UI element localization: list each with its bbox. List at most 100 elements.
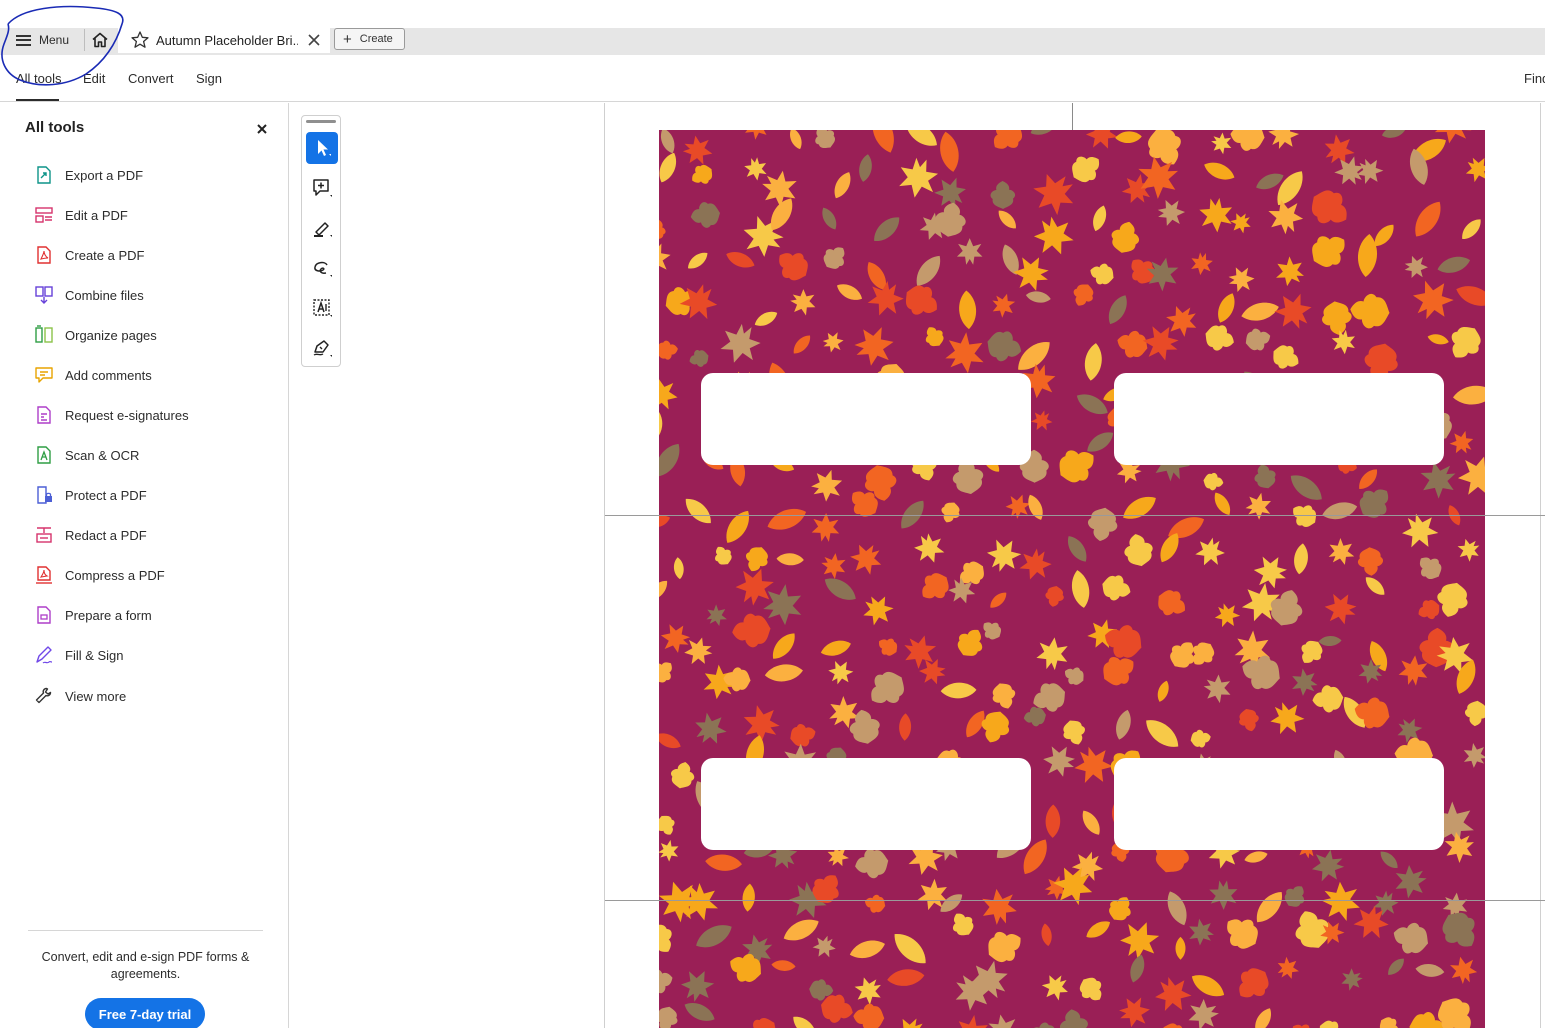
leaf-shape bbox=[940, 682, 977, 699]
place-card-label-box bbox=[701, 758, 1031, 850]
leaf-shape bbox=[1311, 849, 1345, 882]
leaf-shape bbox=[1380, 851, 1398, 868]
select-tool[interactable] bbox=[306, 132, 338, 164]
leaf-shape bbox=[1209, 880, 1238, 910]
organize-pages-icon bbox=[35, 325, 53, 343]
leaf-shape bbox=[1274, 293, 1312, 329]
leaf-shape bbox=[1270, 702, 1305, 735]
title-bar: Menu Autumn Placeholder Bri... + Create bbox=[0, 0, 1545, 58]
tool-request-esignatures[interactable]: Request e-signatures bbox=[34, 403, 189, 427]
leaf-shape bbox=[671, 762, 695, 789]
tool-fill-sign[interactable]: Fill & Sign bbox=[34, 643, 124, 667]
tool-label: Scan & OCR bbox=[65, 447, 140, 463]
tab-edit[interactable]: Edit bbox=[83, 71, 105, 86]
leaf-shape bbox=[945, 332, 984, 374]
leaf-shape bbox=[659, 408, 663, 441]
leaf-shape bbox=[1087, 432, 1114, 452]
leaf-shape bbox=[1464, 700, 1485, 727]
leaf-shape bbox=[1388, 958, 1404, 975]
toolbar-grip[interactable] bbox=[306, 120, 336, 123]
free-trial-button[interactable]: Free 7-day trial bbox=[85, 998, 205, 1028]
tool-compress-pdf[interactable]: Compress a PDF bbox=[34, 563, 165, 587]
tool-prepare-form[interactable]: Prepare a form bbox=[34, 603, 152, 627]
leaf-shape bbox=[1199, 197, 1233, 233]
leaf-shape bbox=[1228, 267, 1255, 293]
leaf-shape bbox=[1350, 293, 1390, 329]
tool-combine-files[interactable]: Combine files bbox=[34, 283, 144, 307]
plus-icon: + bbox=[343, 30, 352, 48]
leaf-shape bbox=[783, 919, 819, 941]
tool-redact-pdf[interactable]: Redact a PDF bbox=[34, 523, 147, 547]
leaf-shape bbox=[771, 960, 796, 971]
tool-organize-pages[interactable]: Organize pages bbox=[34, 323, 157, 347]
find-label[interactable]: Find bbox=[1524, 71, 1545, 86]
edit-pdf-icon bbox=[35, 207, 53, 223]
leaf-shape bbox=[1292, 1024, 1313, 1028]
leaf-shape bbox=[1205, 325, 1234, 351]
leaf-shape bbox=[1357, 547, 1383, 576]
pane-divider[interactable] bbox=[604, 103, 605, 1028]
leaf-shape bbox=[659, 733, 681, 749]
leaf-shape bbox=[659, 152, 677, 183]
leaf-shape bbox=[887, 969, 925, 986]
tool-label: Compress a PDF bbox=[65, 567, 165, 583]
close-tab-icon[interactable] bbox=[306, 32, 322, 48]
leaf-shape bbox=[789, 130, 802, 150]
close-panel-icon[interactable] bbox=[254, 121, 270, 137]
document-tab[interactable]: Autumn Placeholder Bri... bbox=[118, 27, 330, 53]
tab-all-tools[interactable]: All tools bbox=[16, 71, 62, 86]
leaf-shape bbox=[822, 332, 844, 353]
highlight-tool[interactable] bbox=[306, 212, 338, 244]
leaf-shape bbox=[1102, 575, 1131, 601]
leaf-shape bbox=[1030, 410, 1053, 431]
tool-export-pdf[interactable]: Export a PDF bbox=[34, 163, 143, 187]
tool-scan-ocr[interactable]: Scan & OCR bbox=[34, 443, 139, 467]
combine-files-icon bbox=[35, 286, 53, 304]
tool-label: Export a PDF bbox=[65, 167, 144, 183]
tool-add-comments[interactable]: Add comments bbox=[34, 363, 152, 387]
leaf-shape bbox=[872, 130, 894, 153]
home-button[interactable] bbox=[88, 27, 112, 53]
tab-sign[interactable]: Sign bbox=[196, 71, 222, 86]
tool-edit-pdf[interactable]: Edit a PDF bbox=[34, 203, 128, 227]
leaf-shape bbox=[1162, 1023, 1185, 1028]
leaf-shape bbox=[1354, 697, 1390, 729]
leaf-shape bbox=[1157, 199, 1186, 226]
cut-guide-line bbox=[605, 515, 1545, 516]
leaf-shape bbox=[659, 242, 671, 275]
leaf-shape bbox=[746, 547, 768, 572]
create-button[interactable]: + Create bbox=[334, 28, 405, 50]
leaf-shape bbox=[1059, 1009, 1088, 1028]
leaf-shape bbox=[776, 553, 804, 566]
all-tools-panel: All tools Export a PDF Edit a PDF Create… bbox=[0, 103, 289, 1028]
edit-text-tool[interactable] bbox=[306, 292, 338, 324]
add-comment-tool[interactable] bbox=[306, 172, 338, 204]
prepare-form-icon bbox=[37, 606, 51, 624]
menu-button[interactable]: Menu bbox=[10, 27, 75, 53]
star-icon[interactable] bbox=[130, 30, 150, 50]
draw-tool[interactable] bbox=[306, 252, 338, 284]
leaf-shape bbox=[1465, 157, 1485, 183]
tool-create-pdf[interactable]: Create a PDF bbox=[34, 243, 144, 267]
leaf-shape bbox=[957, 629, 983, 656]
leaf-shape bbox=[1241, 302, 1279, 321]
leaf-shape bbox=[682, 135, 713, 165]
leaf-shape bbox=[1167, 891, 1187, 926]
leaf-shape bbox=[726, 510, 749, 543]
leaf-shape bbox=[812, 935, 836, 958]
leaf-shape bbox=[988, 931, 1021, 963]
leaf-shape bbox=[1322, 502, 1358, 520]
leaf-shape bbox=[1082, 810, 1100, 835]
leaf-shape bbox=[1108, 295, 1127, 325]
tool-label: Organize pages bbox=[65, 327, 157, 343]
sign-tool[interactable] bbox=[306, 332, 338, 364]
tab-convert[interactable]: Convert bbox=[128, 71, 174, 86]
leaf-shape bbox=[1204, 162, 1235, 180]
leaf-shape bbox=[1119, 997, 1150, 1028]
leaf-shape bbox=[1415, 201, 1441, 237]
leaf-shape bbox=[990, 181, 1016, 209]
tool-protect-pdf[interactable]: Protect a PDF bbox=[34, 483, 147, 507]
view-more-button[interactable]: View more bbox=[34, 684, 126, 708]
leaf-shape bbox=[811, 513, 840, 542]
leaf-shape bbox=[659, 379, 678, 410]
